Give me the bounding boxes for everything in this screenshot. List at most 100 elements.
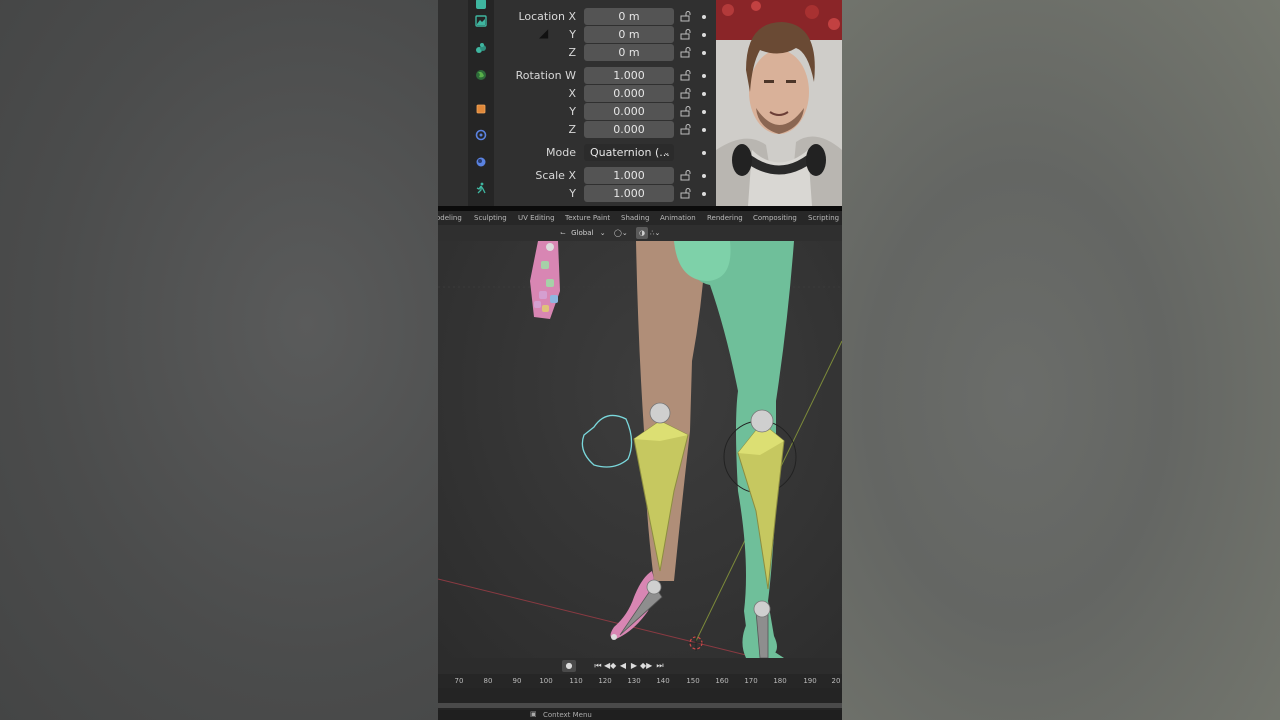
armature-pose-icon (476, 182, 486, 194)
workspace-tabs: odeling Sculpting UV Editing Texture Pai… (438, 211, 842, 225)
chevron-down-icon: ⌄ (621, 229, 628, 237)
tab-shading[interactable]: Shading (621, 214, 649, 222)
pivot-icon: ◯ (614, 229, 622, 237)
keyframe-dot-icon[interactable] (702, 110, 706, 114)
wrist-joint[interactable] (546, 243, 554, 251)
timeline-scrollbar[interactable] (438, 703, 842, 708)
left-knee-joint[interactable] (649, 402, 671, 424)
keyframe-dot-icon[interactable] (702, 51, 706, 55)
tab-modeling[interactable]: odeling (438, 214, 462, 222)
proportional-edit-dropdown[interactable]: ∴⌄ (650, 227, 670, 239)
orientation-value: Global (571, 229, 594, 237)
jump-end-icon: ⏭ (656, 661, 664, 670)
jump-end-button[interactable]: ⏭ (654, 660, 666, 672)
rotation-z-field[interactable]: 0.000 (584, 121, 674, 138)
keyframe-dot-icon[interactable] (702, 192, 706, 196)
frame-tick: 190 (803, 677, 817, 685)
viewport-scene (438, 241, 842, 658)
keyframe-dot-icon[interactable] (702, 128, 706, 132)
mouse-cursor-icon: ◢ (539, 26, 549, 40)
ik-control-circle[interactable] (581, 414, 633, 468)
rotation-mode-value: Quaternion (... (590, 146, 670, 159)
keyframe-dot-icon[interactable] (702, 151, 706, 155)
scene-icon (475, 15, 487, 27)
frame-tick: 130 (627, 677, 641, 685)
next-keyframe-button[interactable]: ◆▶ (640, 660, 652, 672)
tab-modifiers[interactable] (471, 125, 491, 145)
frame-tick: 90 (512, 677, 522, 685)
tab-sculpting[interactable]: Sculpting (474, 214, 507, 222)
scale-y-field[interactable]: 1.000 (584, 185, 674, 202)
location-y-field[interactable]: 0 m (584, 26, 674, 43)
timeline-ruler[interactable]: 70 80 90 100 110 120 130 140 150 160 170… (438, 674, 842, 688)
rotation-w-label: Rotation W (515, 69, 576, 82)
scale-y-label: Y (569, 187, 576, 200)
background-blur-right (842, 0, 1280, 720)
lock-icon[interactable] (680, 124, 692, 135)
keyframe-dot-icon[interactable] (702, 92, 706, 96)
frame-tick: 120 (598, 677, 612, 685)
lock-icon[interactable] (680, 88, 692, 99)
keyframe-dot-icon[interactable] (702, 33, 706, 37)
play-reverse-button[interactable]: ◀ (618, 660, 628, 672)
tab-rendering[interactable]: Rendering (707, 214, 743, 222)
left-ankle-joint[interactable] (646, 579, 662, 595)
3d-viewport[interactable] (438, 241, 842, 658)
scale-x-label: Scale X (535, 169, 576, 182)
pivot-point-dropdown[interactable]: ◯⌄ (614, 227, 634, 239)
tab-texture-paint[interactable]: Texture Paint (565, 214, 610, 222)
location-z-label: Z (568, 46, 576, 59)
lock-icon[interactable] (680, 106, 692, 117)
right-knee-joint[interactable] (750, 409, 774, 433)
rotation-mode-dropdown[interactable]: Quaternion (... ⌄ (584, 144, 674, 161)
3d-cursor-icon[interactable] (688, 635, 704, 651)
play-button[interactable]: ▶ (629, 660, 639, 672)
frame-tick: 180 (773, 677, 787, 685)
keyframe-dot-icon[interactable] (702, 15, 706, 19)
tab-compositing[interactable]: Compositing (753, 214, 797, 222)
tab-scene[interactable] (471, 11, 491, 31)
right-ankle-joint[interactable] (753, 600, 771, 618)
lock-icon[interactable] (680, 29, 692, 40)
tab-scripting[interactable]: Scripting (808, 214, 839, 222)
rotation-mode-label: Mode (546, 146, 576, 159)
tab-bone[interactable] (471, 178, 491, 198)
record-button[interactable]: ● (562, 660, 576, 672)
lock-icon[interactable] (680, 170, 692, 181)
tab-environment[interactable] (471, 65, 491, 85)
scale-x-field[interactable]: 1.000 (584, 167, 674, 184)
jump-start-button[interactable]: ⏮ (592, 660, 604, 672)
physics-icon (476, 157, 486, 167)
rotation-x-field[interactable]: 0.000 (584, 85, 674, 102)
location-z-field[interactable]: 0 m (584, 44, 674, 61)
background-blur-left (0, 0, 438, 720)
chevron-down-icon: ⌄ (599, 229, 606, 237)
rotation-mode-row: Mode Quaternion (... ⌄ (498, 144, 718, 162)
rotation-w-field[interactable]: 1.000 (584, 67, 674, 84)
keyframe-dot-icon[interactable] (702, 74, 706, 78)
rotation-y-field[interactable]: 0.000 (584, 103, 674, 120)
left-leg-mesh (636, 241, 706, 581)
hand-mesh (530, 241, 560, 319)
location-y-label: Y (569, 28, 576, 41)
tab-uv-editing[interactable]: UV Editing (518, 214, 555, 222)
location-x-field[interactable]: 0 m (584, 8, 674, 25)
keyframe-dot-icon[interactable] (702, 174, 706, 178)
rotation-y-row: Y 0.000 (498, 103, 718, 121)
tab-object[interactable] (471, 99, 491, 119)
lock-icon[interactable] (680, 47, 692, 58)
left-toe-joint[interactable] (611, 634, 617, 640)
location-x-label: Location X (518, 10, 576, 23)
lock-icon[interactable] (680, 70, 692, 81)
frame-tick: 70 (454, 677, 464, 685)
play-reverse-icon: ◀ (619, 661, 627, 670)
lock-icon[interactable] (680, 11, 692, 22)
transform-orientation-dropdown[interactable]: ⌙ Global ⌄ (560, 227, 610, 239)
snap-toggle[interactable]: ◑ (636, 227, 648, 239)
tab-animation[interactable]: Animation (660, 214, 696, 222)
rotation-w-row: Rotation W 1.000 (498, 67, 718, 85)
prev-keyframe-button[interactable]: ◀◆ (604, 660, 616, 672)
tab-physics[interactable] (471, 152, 491, 172)
tab-world[interactable] (471, 38, 491, 58)
lock-icon[interactable] (680, 188, 692, 199)
